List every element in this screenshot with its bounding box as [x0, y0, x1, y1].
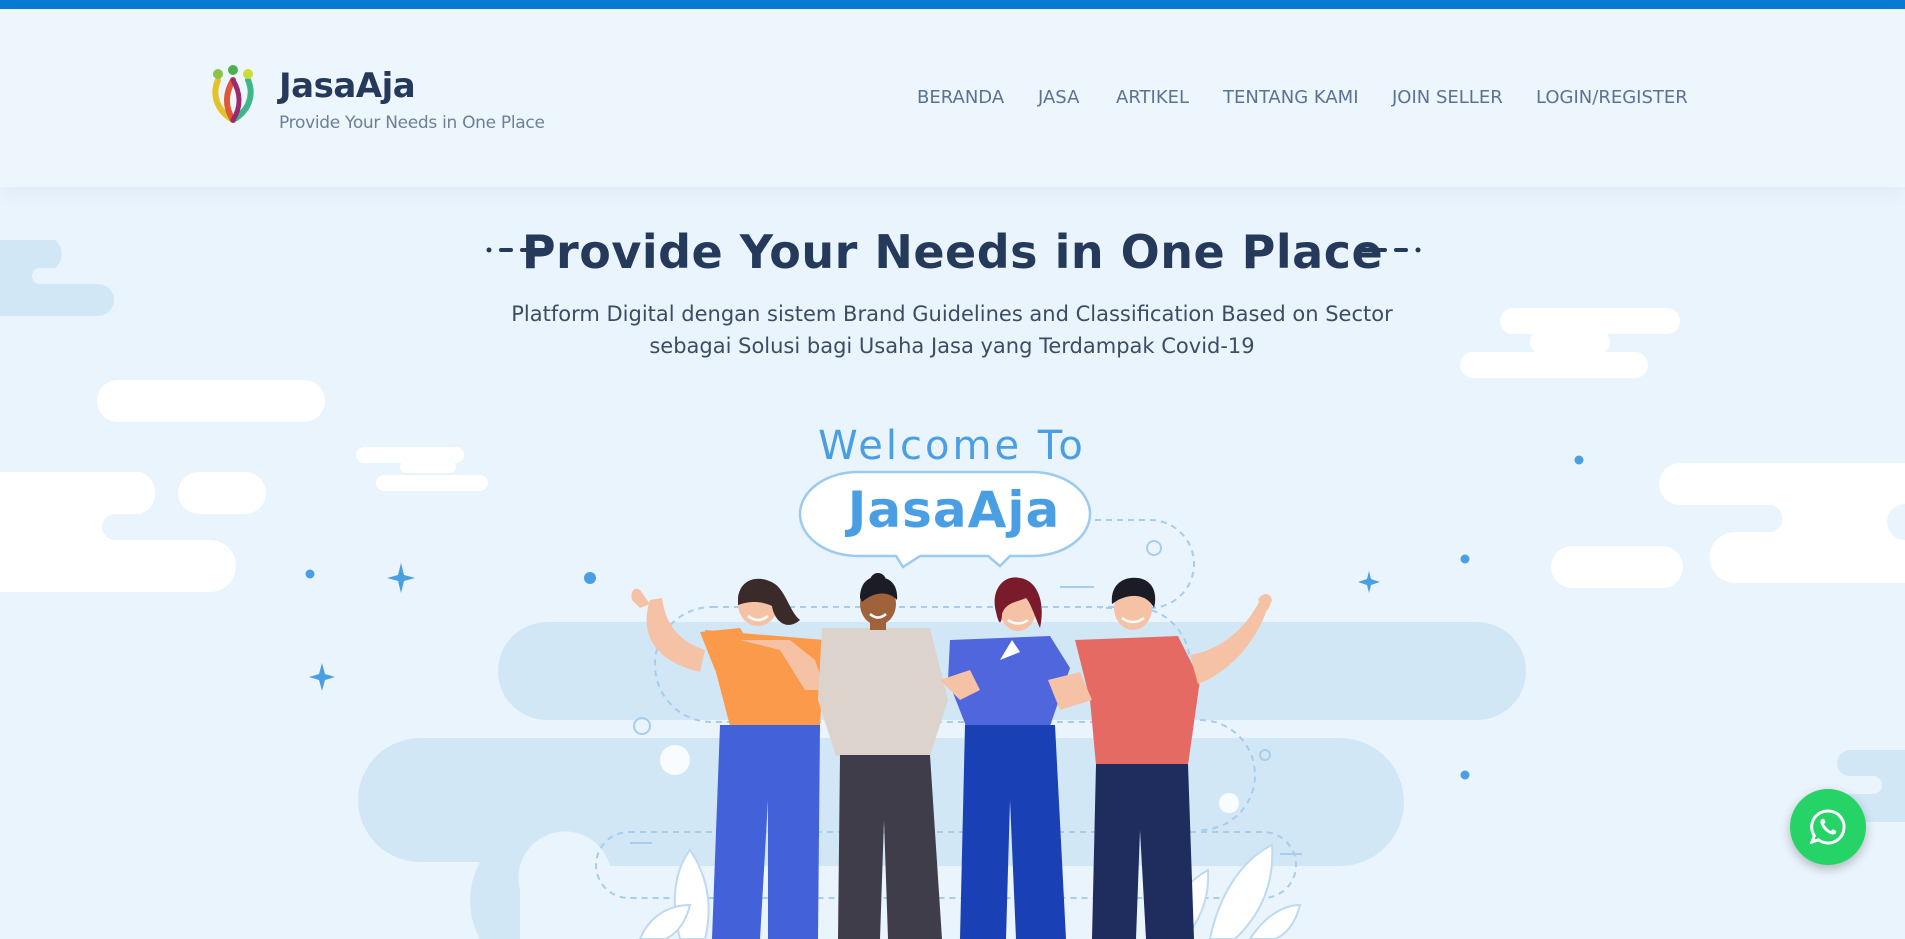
- nav-join-seller[interactable]: JOIN SELLER: [1392, 87, 1503, 108]
- whatsapp-icon: [1809, 809, 1846, 845]
- nav-login-register[interactable]: LOGIN/REGISTER: [1536, 87, 1688, 108]
- nav-tentang-kami[interactable]: TENTANG KAMI: [1223, 87, 1359, 108]
- nav-artikel[interactable]: ARTIKEL: [1116, 87, 1189, 108]
- whatsapp-button[interactable]: [1790, 789, 1866, 865]
- welcome-text: Welcome To: [818, 423, 1086, 469]
- site-header: JasaAja Provide Your Needs in One Place …: [0, 9, 1905, 187]
- nav-jasa[interactable]: JASA: [1038, 87, 1079, 108]
- top-accent-bar: [0, 0, 1905, 9]
- brand-tagline: Provide Your Needs in One Place: [279, 113, 545, 133]
- main-navigation: BERANDA JASA ARTIKEL TENTANG KAMI JOIN S…: [0, 87, 1905, 111]
- nav-beranda[interactable]: BERANDA: [917, 87, 1004, 108]
- welcome-brand: JasaAja: [845, 481, 1060, 539]
- four-people-waving-illustration: Welcome To JasaAja: [358, 423, 1526, 939]
